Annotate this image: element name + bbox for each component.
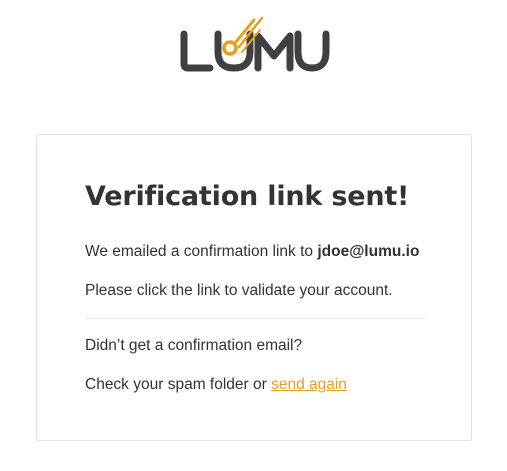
spam-prefix-text: Check your spam folder or [85,376,272,393]
lumu-logo [180,16,330,72]
page: Verification link sent! We emailed a con… [0,0,507,471]
emailed-message: We emailed a confirmation link to jdoe@l… [85,243,419,261]
verification-card: Verification link sent! We emailed a con… [36,134,472,441]
validate-message: Please click the link to validate your a… [85,282,393,299]
page-title: Verification link sent! [85,181,410,212]
divider [85,318,425,319]
send-again-link[interactable]: send again [271,376,347,393]
didnt-get-email-text: Didn’t get a confirmation email? [85,337,303,354]
email-address: jdoe@lumu.io [317,243,420,260]
spam-message: Check your spam folder or send again [85,376,347,394]
emailed-prefix-text: We emailed a confirmation link to [85,243,318,260]
